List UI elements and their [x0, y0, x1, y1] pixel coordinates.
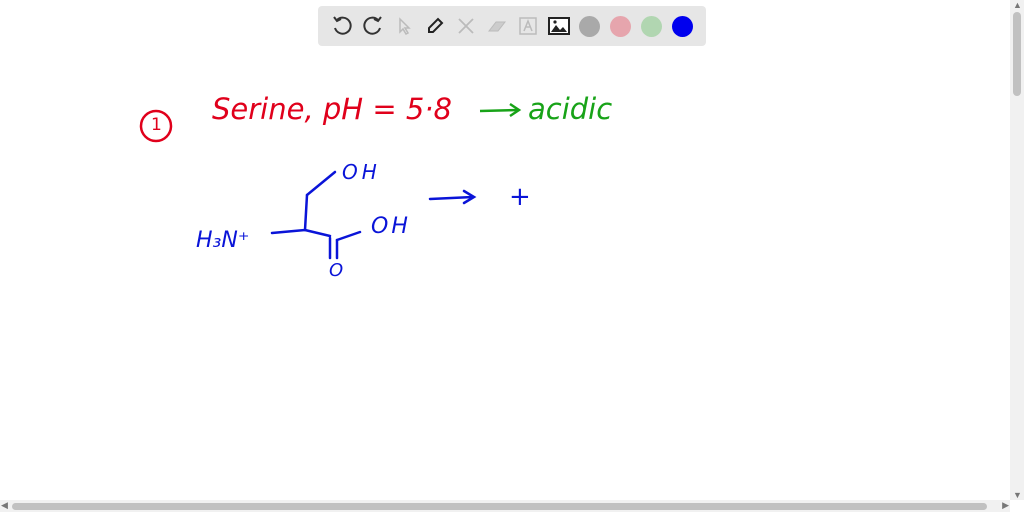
- color-green[interactable]: [636, 11, 667, 42]
- toolbar: [318, 6, 706, 46]
- color-gray[interactable]: [574, 11, 605, 42]
- color-swatch-blue: [672, 15, 693, 37]
- redo-icon: [362, 16, 382, 35]
- horizontal-scrollbar[interactable]: ◀ ▶: [0, 500, 1010, 512]
- scroll-down-icon[interactable]: ▼: [1013, 490, 1022, 500]
- vertical-scroll-thumb[interactable]: [1013, 12, 1021, 96]
- pen-button[interactable]: [419, 11, 450, 42]
- image-button[interactable]: [543, 11, 574, 42]
- undo-icon: [332, 16, 352, 35]
- tools-button[interactable]: [450, 11, 481, 42]
- select-icon: [398, 17, 411, 35]
- question-number: 1: [151, 115, 162, 135]
- eraser-button[interactable]: [481, 11, 512, 42]
- color-swatch-gray: [579, 15, 600, 37]
- question-title: Serine, pH = 5·8: [212, 92, 452, 126]
- eraser-icon: [487, 21, 506, 32]
- redo-button[interactable]: [357, 11, 388, 42]
- text-button[interactable]: [512, 11, 543, 42]
- scroll-left-icon[interactable]: ◀: [1, 500, 8, 511]
- tools-icon: [457, 18, 474, 34]
- scroll-right-icon[interactable]: ▶: [1002, 500, 1009, 511]
- horizontal-scroll-thumb[interactable]: [12, 503, 987, 510]
- vertical-scrollbar[interactable]: ▲ ▼: [1010, 0, 1024, 500]
- oh-top: OH: [342, 160, 381, 184]
- pen-icon: [427, 17, 443, 33]
- carbonyl-oxygen: O: [329, 260, 344, 281]
- image-icon: [547, 17, 570, 35]
- select-button[interactable]: [388, 11, 419, 42]
- nh3-group: H₃N⁺: [196, 228, 250, 253]
- color-pink[interactable]: [605, 11, 636, 42]
- plus-sign: +: [509, 182, 531, 212]
- scroll-up-icon[interactable]: ▲: [1013, 0, 1022, 10]
- text-icon: [518, 17, 537, 35]
- color-swatch-green: [641, 15, 662, 37]
- color-swatch-pink: [610, 15, 631, 37]
- result-text: acidic: [528, 92, 613, 126]
- oh-right: OH: [371, 214, 411, 239]
- color-blue[interactable]: [667, 11, 698, 42]
- undo-button[interactable]: [326, 11, 357, 42]
